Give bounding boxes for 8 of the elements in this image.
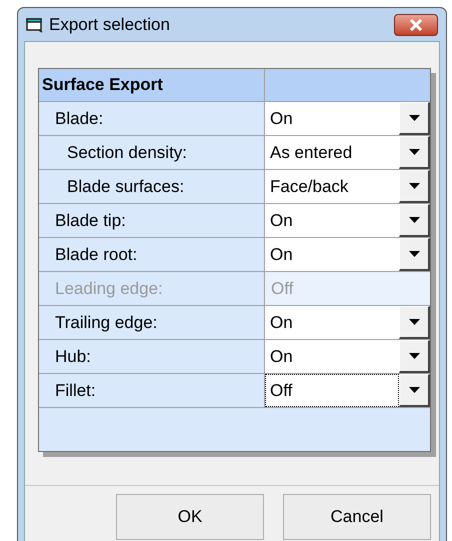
close-button[interactable] [394,14,438,36]
window-title: Export selection [49,14,170,36]
dialog-button[interactable]: OK [116,494,264,540]
dialog-button[interactable]: Cancel [283,494,431,540]
close-icon[interactable] [409,18,423,30]
property-value: Off [265,272,430,305]
window-icon [26,16,44,32]
group-header: Surface Export [39,69,265,101]
